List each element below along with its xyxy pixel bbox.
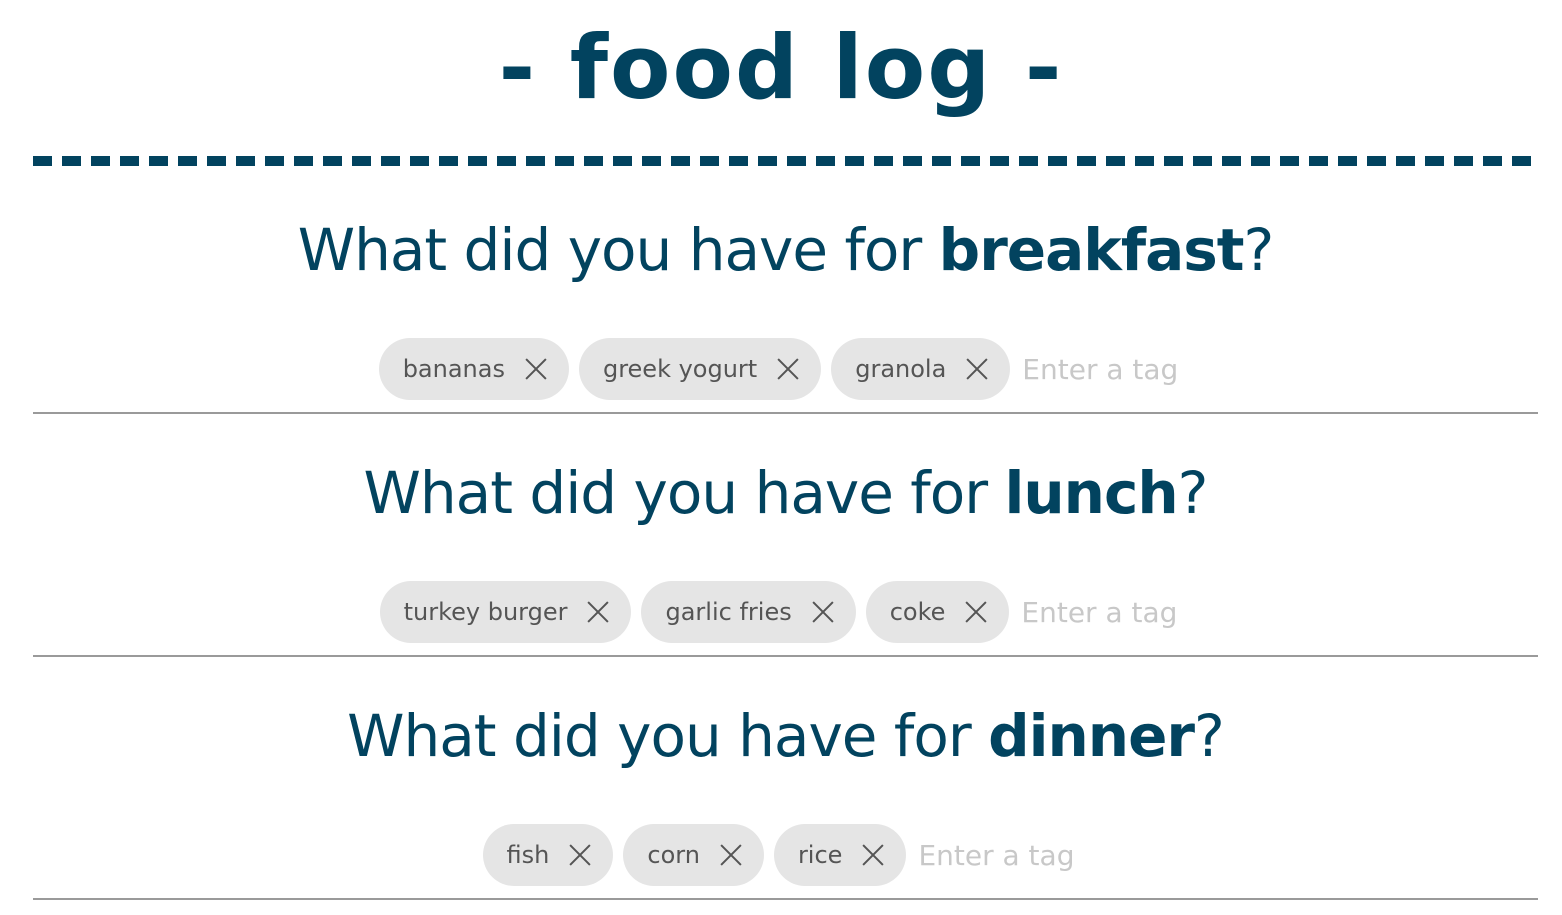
- close-icon[interactable]: [965, 601, 987, 623]
- tag-chip: greek yogurt: [578, 338, 822, 400]
- close-icon[interactable]: [812, 601, 834, 623]
- tag-label: bananas: [402, 355, 505, 383]
- tag-label: coke: [889, 598, 946, 626]
- question-suffix: ?: [1243, 216, 1274, 284]
- meal-section-breakfast: What did you have for breakfast? bananas…: [33, 212, 1538, 414]
- tag-chip: fish: [482, 824, 614, 886]
- tag-chip: turkey burger: [379, 581, 632, 643]
- app-title: - food log -: [498, 16, 1064, 119]
- tag-chip: corn: [623, 824, 764, 886]
- meal-name: dinner: [988, 702, 1195, 770]
- tag-chip: coke: [865, 581, 1010, 643]
- tag-input[interactable]: [1019, 592, 1192, 632]
- tag-chip: rice: [773, 824, 907, 886]
- meal-question: What did you have for lunch?: [33, 455, 1538, 531]
- meal-name: breakfast: [938, 216, 1245, 284]
- question-suffix: ?: [1194, 702, 1225, 770]
- question-prefix: What did you have for: [297, 216, 939, 284]
- tag-input-group: fish corn rice: [33, 824, 1538, 886]
- section-divider: [33, 898, 1538, 900]
- tag-input[interactable]: [916, 835, 1089, 875]
- title-dashed-divider: [33, 156, 1538, 166]
- close-icon[interactable]: [525, 358, 547, 380]
- close-icon[interactable]: [966, 358, 988, 380]
- tag-label: corn: [647, 841, 700, 869]
- close-icon[interactable]: [777, 358, 799, 380]
- close-icon[interactable]: [720, 844, 742, 866]
- question-prefix: What did you have for: [347, 702, 989, 770]
- close-icon[interactable]: [587, 601, 609, 623]
- tag-chip: granola: [831, 338, 1011, 400]
- section-divider: [33, 655, 1538, 657]
- food-log-page: - food log - What did you have for break…: [0, 0, 1562, 915]
- tag-label: granola: [855, 355, 947, 383]
- tag-label: fish: [506, 841, 550, 869]
- meal-section-dinner: What did you have for dinner? fish corn …: [33, 698, 1538, 900]
- meal-question: What did you have for breakfast?: [33, 212, 1538, 288]
- meal-name: lunch: [1004, 459, 1179, 527]
- tag-input[interactable]: [1020, 349, 1193, 389]
- meal-question: What did you have for dinner?: [33, 698, 1538, 774]
- tag-input-group: bananas greek yogurt granola: [33, 338, 1538, 400]
- tag-chip: bananas: [378, 338, 569, 400]
- question-prefix: What did you have for: [363, 459, 1005, 527]
- tag-input-group: turkey burger garlic fries coke: [33, 581, 1538, 643]
- meal-section-lunch: What did you have for lunch? turkey burg…: [33, 455, 1538, 657]
- close-icon[interactable]: [862, 844, 884, 866]
- tag-label: turkey burger: [403, 598, 568, 626]
- tag-label: garlic fries: [665, 598, 792, 626]
- tag-label: greek yogurt: [602, 355, 758, 383]
- section-divider: [33, 412, 1538, 414]
- tag-chip: garlic fries: [641, 581, 856, 643]
- close-icon[interactable]: [569, 844, 591, 866]
- question-suffix: ?: [1177, 459, 1209, 527]
- tag-label: rice: [797, 841, 843, 869]
